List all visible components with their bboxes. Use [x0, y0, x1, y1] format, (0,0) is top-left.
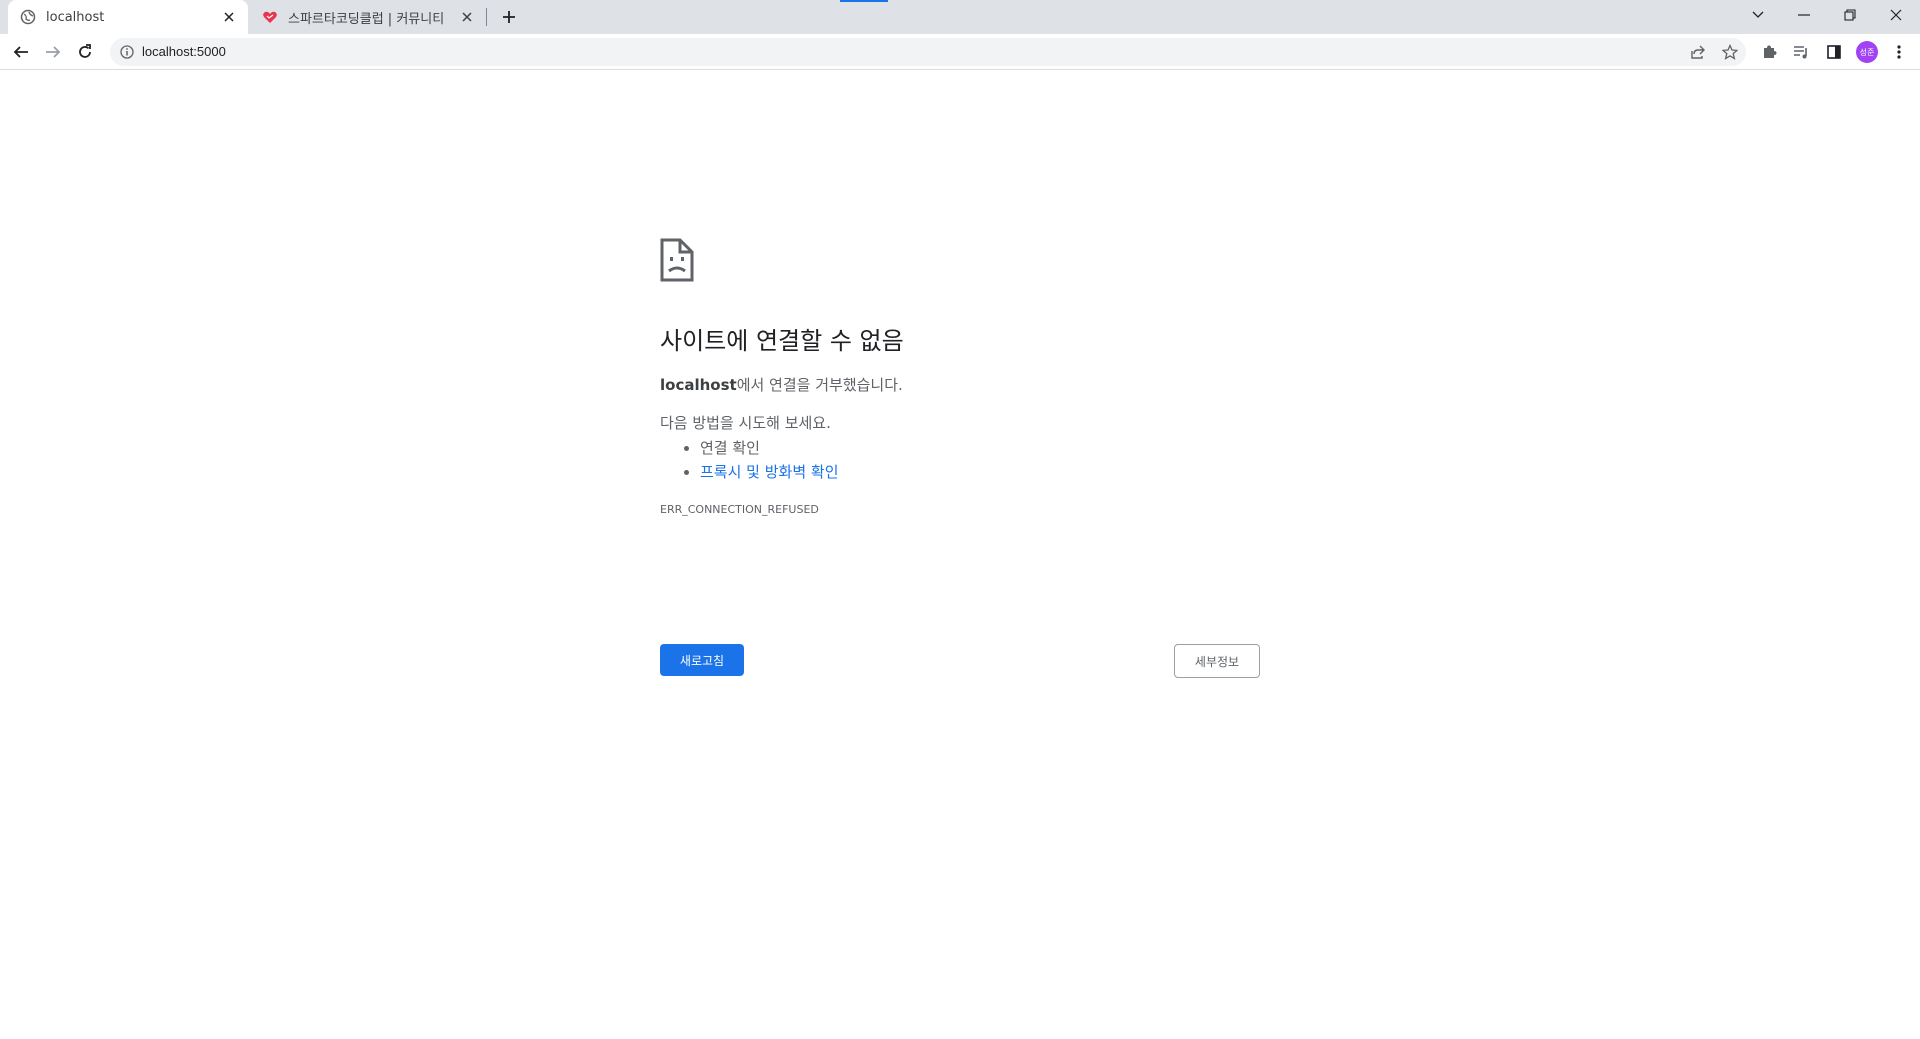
- menu-button[interactable]: [1887, 40, 1911, 64]
- reload-icon: [79, 44, 91, 58]
- url-text: localhost:5000: [142, 44, 226, 59]
- tab-localhost[interactable]: localhost: [8, 0, 248, 34]
- close-window-button[interactable]: [1874, 0, 1918, 30]
- tab-strip: localhost 스파르타코딩클럽 | 커뮤니티: [0, 0, 1920, 34]
- close-icon[interactable]: [220, 8, 238, 26]
- new-tab-button[interactable]: [498, 7, 520, 27]
- playlist-icon: [1794, 46, 1807, 59]
- plus-icon: [503, 11, 515, 23]
- restore-icon: [1844, 9, 1856, 21]
- reload-page-button[interactable]: 새로고침: [660, 644, 744, 676]
- reload-button[interactable]: [73, 40, 97, 64]
- restore-button[interactable]: [1828, 0, 1872, 30]
- error-host: localhost: [660, 376, 737, 394]
- minimize-icon: [1798, 14, 1810, 16]
- suggestion-check-proxy: 프록시 및 방화벽 확인: [700, 460, 839, 484]
- browser-toolbar: localhost:5000 성준: [0, 34, 1920, 70]
- error-code: ERR_CONNECTION_REFUSED: [660, 503, 819, 516]
- close-icon: [1890, 9, 1902, 21]
- star-icon[interactable]: [1720, 42, 1740, 62]
- share-icon[interactable]: [1688, 42, 1708, 62]
- sad-page-icon: [660, 238, 694, 282]
- page-content: 사이트에 연결할 수 없음 localhost에서 연결을 거부했습니다. 다음…: [0, 71, 1920, 1039]
- side-panel-button[interactable]: [1822, 40, 1846, 64]
- kebab-menu-icon: [1897, 45, 1901, 59]
- tab-title: 스파르타코딩클럽 | 커뮤니티: [288, 11, 445, 27]
- suggestions-title: 다음 방법을 시도해 보세요.: [660, 414, 831, 432]
- suggestions-list: 연결 확인 프록시 및 방화벽 확인: [660, 436, 839, 484]
- close-icon[interactable]: [458, 8, 476, 26]
- drag-indicator: [840, 0, 888, 2]
- suggestion-check-connection: 연결 확인: [700, 436, 839, 460]
- error-heading: 사이트에 연결할 수 없음: [660, 327, 904, 355]
- suggestion-text: 연결 확인: [700, 439, 760, 457]
- arrow-right-icon: [46, 46, 61, 58]
- sparta-heart-icon: [262, 9, 278, 25]
- tab-separator: [486, 8, 487, 26]
- error-summary-text: 에서 연결을 거부했습니다.: [736, 376, 903, 394]
- media-control-button[interactable]: [1789, 40, 1813, 64]
- tab-title: localhost: [46, 9, 105, 25]
- extensions-button[interactable]: [1757, 40, 1781, 64]
- globe-icon: [20, 9, 36, 25]
- tab-search-button[interactable]: [1736, 0, 1780, 30]
- minimize-button[interactable]: [1782, 0, 1826, 30]
- error-summary: localhost에서 연결을 거부했습니다.: [660, 374, 903, 395]
- info-icon[interactable]: [118, 43, 136, 61]
- profile-avatar[interactable]: 성준: [1856, 41, 1878, 63]
- arrow-left-icon: [13, 46, 28, 58]
- side-panel-icon: [1827, 45, 1841, 59]
- address-bar[interactable]: localhost:5000: [110, 38, 1746, 66]
- chevron-down-icon: [1752, 11, 1764, 18]
- tab-sparta[interactable]: 스파르타코딩클럽 | 커뮤니티: [250, 0, 486, 34]
- back-button[interactable]: [9, 40, 33, 64]
- details-button[interactable]: 세부정보: [1174, 644, 1260, 678]
- puzzle-icon: [1764, 45, 1777, 58]
- forward-button[interactable]: [41, 40, 65, 64]
- proxy-firewall-link[interactable]: 프록시 및 방화벽 확인: [700, 463, 839, 481]
